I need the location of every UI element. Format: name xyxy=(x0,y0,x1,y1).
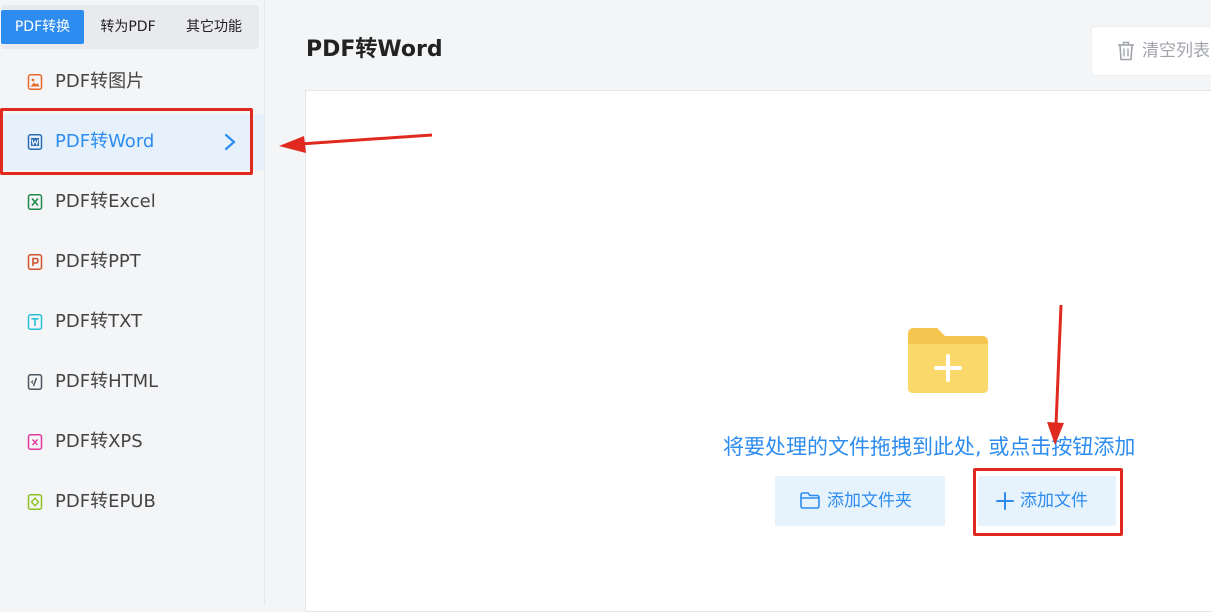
tab-pdf-convert[interactable]: PDF转换 xyxy=(1,10,84,44)
menu-item-pdf-to-xps[interactable]: PDF转XPS xyxy=(0,414,264,470)
trash-icon xyxy=(1118,41,1134,61)
tab-other-functions[interactable]: 其它功能 xyxy=(171,10,257,44)
ppt-file-icon xyxy=(27,254,43,270)
top-tab-bar: PDF转换 转为PDF 其它功能 xyxy=(1,5,259,49)
menu-label: PDF转EPUB xyxy=(55,491,156,512)
page-title: PDF转Word xyxy=(306,37,443,62)
html-file-icon xyxy=(27,374,43,390)
add-folder-illustration-icon xyxy=(908,328,988,393)
menu-label: PDF转HTML xyxy=(55,371,159,392)
menu-label: PDF转Word xyxy=(55,131,155,152)
menu-item-pdf-to-excel[interactable]: PDF转Excel xyxy=(0,174,264,230)
epub-file-icon xyxy=(27,494,43,510)
xps-file-icon xyxy=(27,434,43,450)
menu-item-pdf-to-ppt[interactable]: PDF转PPT xyxy=(0,234,264,290)
menu-item-pdf-to-image[interactable]: PDF转图片 xyxy=(0,54,264,110)
add-file-button[interactable]: 添加文件 xyxy=(978,476,1116,526)
drop-hint-text: 将要处理的文件拖拽到此处, 或点击按钮添加 xyxy=(723,435,1136,459)
menu-item-pdf-to-word[interactable]: PDF转Word xyxy=(0,114,264,170)
image-file-icon xyxy=(27,74,43,90)
sidebar: PDF转换 转为PDF 其它功能 PDF转图片 PDF转Word PDF转Exc… xyxy=(0,0,265,605)
menu-item-pdf-to-epub[interactable]: PDF转EPUB xyxy=(0,474,264,530)
clear-list-button[interactable]: 清空列表 xyxy=(1091,26,1211,76)
folder-icon xyxy=(800,492,820,509)
plus-icon xyxy=(996,492,1014,510)
menu-item-pdf-to-txt[interactable]: PDF转TXT xyxy=(0,294,264,350)
txt-file-icon xyxy=(27,314,43,330)
clear-list-label: 清空列表 xyxy=(1142,41,1210,61)
menu-label: PDF转TXT xyxy=(55,311,143,332)
menu-label: PDF转图片 xyxy=(55,71,145,92)
file-drop-zone[interactable] xyxy=(305,90,1211,612)
menu-label: PDF转XPS xyxy=(55,431,143,452)
menu-item-pdf-to-html[interactable]: PDF转HTML xyxy=(0,354,264,410)
add-folder-label: 添加文件夹 xyxy=(827,491,912,511)
add-folder-button[interactable]: 添加文件夹 xyxy=(775,476,945,526)
menu-label: PDF转PPT xyxy=(55,251,141,272)
word-file-icon xyxy=(27,134,43,150)
excel-file-icon xyxy=(27,194,43,210)
chevron-right-icon xyxy=(224,133,236,151)
tab-to-pdf[interactable]: 转为PDF xyxy=(87,10,169,44)
menu-label: PDF转Excel xyxy=(55,191,156,212)
add-file-label: 添加文件 xyxy=(1020,491,1088,511)
